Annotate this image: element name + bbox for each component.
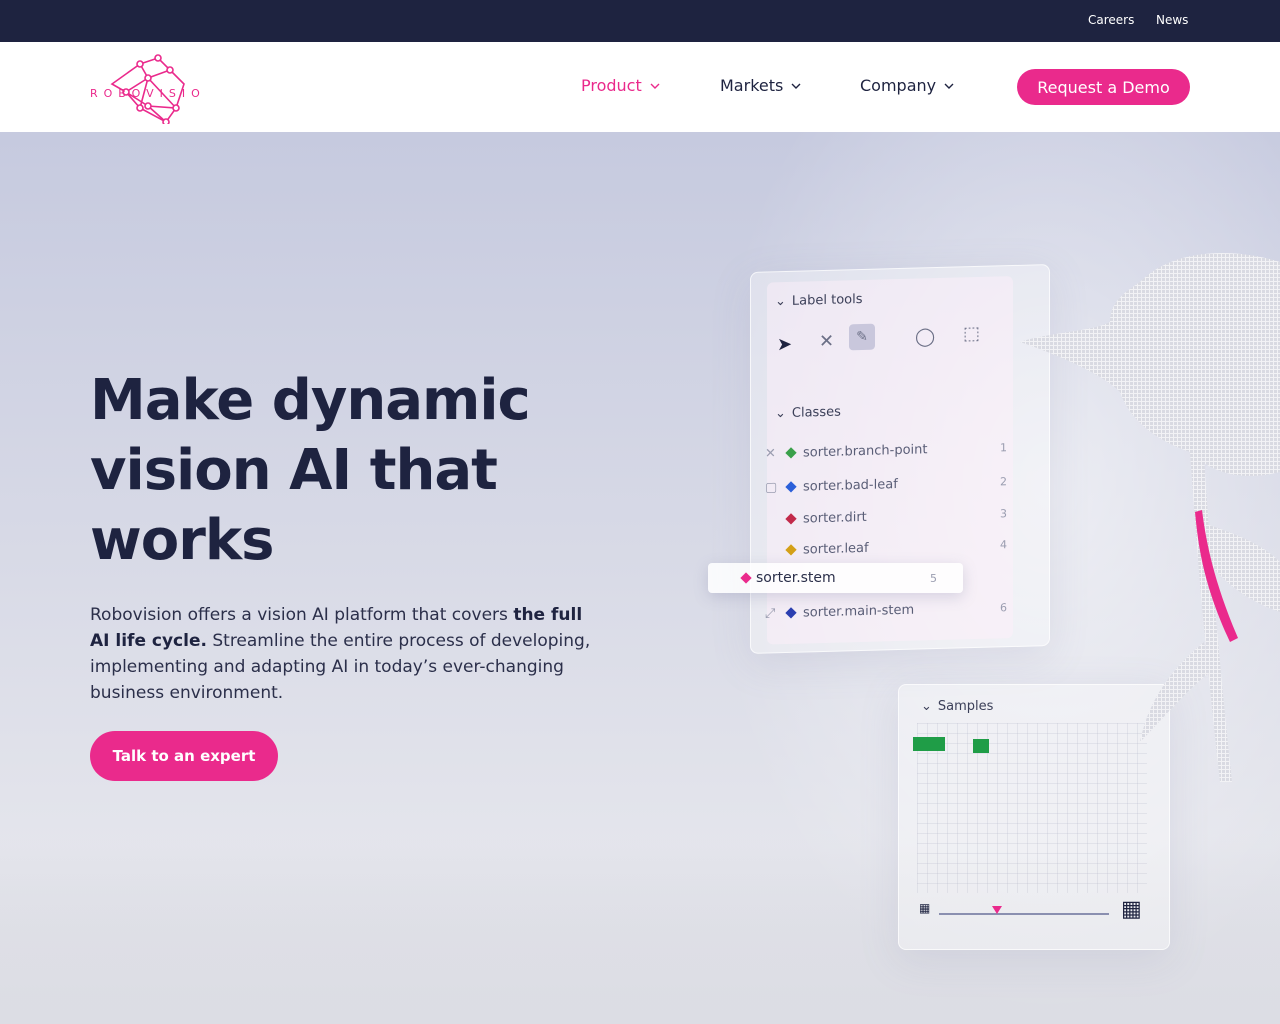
close-icon: ✕ (819, 330, 835, 353)
chevron-down-icon (944, 83, 954, 89)
class-row: ⤢ sorter.main-stem 6 (765, 596, 1007, 624)
robovision-logo-icon: ROBOVISION (90, 54, 214, 126)
class-row: ▢ sorter.bad-leaf 2 (765, 470, 1007, 498)
class-color-marker (785, 513, 797, 525)
small-grid-icon: ▦ (919, 901, 931, 915)
careers-link[interactable]: Careers (1088, 13, 1134, 27)
hero-lead: Robovision offers a vision AI platform t… (90, 602, 600, 706)
chevron-down-icon (791, 83, 801, 89)
class-color-marker (785, 447, 797, 459)
chevron-down-icon: ⌄ (775, 405, 786, 422)
class-color-marker (785, 481, 797, 493)
main-navigation: ROBOVISION Product Markets Company Reque… (0, 42, 1280, 132)
label-tools-heading: ⌄ Label tools (775, 292, 863, 309)
class-color-marker (785, 607, 797, 619)
selected-class-name: sorter.stem (756, 570, 836, 586)
nav-company[interactable]: Company (860, 76, 954, 95)
sample-thumbnail (973, 739, 989, 753)
nav-product-label: Product (581, 76, 642, 95)
nav-markets[interactable]: Markets (720, 76, 801, 95)
class-name: sorter.branch-point (803, 441, 928, 461)
square-icon: ▢ (765, 479, 778, 496)
class-row: sorter.dirt 3 (785, 502, 1007, 530)
class-name: sorter.leaf (803, 540, 869, 558)
news-link[interactable]: News (1156, 13, 1188, 27)
selected-class-row: sorter.stem 5 (708, 563, 963, 593)
classes-heading: ⌄ Classes (775, 405, 841, 422)
close-icon: ✕ (765, 445, 776, 462)
class-name: sorter.bad-leaf (803, 476, 898, 495)
samples-heading: ⌄ Samples (921, 699, 993, 714)
sample-thumbnail (913, 737, 945, 751)
class-name: sorter.dirt (803, 509, 867, 527)
chevron-down-icon: ⌄ (775, 293, 786, 310)
label-tools-title: Label tools (791, 291, 863, 309)
hero-section: Make dynamic vision AI that works Robovi… (0, 132, 1280, 1024)
class-name: sorter.main-stem (803, 602, 915, 621)
selected-class-number: 5 (930, 571, 937, 585)
class-row: ✕ sorter.branch-point 1 (765, 436, 1007, 464)
request-demo-button[interactable]: Request a Demo (1017, 69, 1190, 105)
lead-text-start: Robovision offers a vision AI platform t… (90, 605, 514, 625)
voxel-rose-illustration (1020, 253, 1280, 782)
chevron-down-icon: ⌄ (921, 699, 932, 714)
nav-company-label: Company (860, 76, 937, 95)
classes-title: Classes (791, 404, 841, 421)
nav-markets-label: Markets (720, 76, 784, 95)
link-icon: ⤢ (765, 605, 776, 622)
chevron-down-icon (650, 83, 660, 89)
polygon-icon: ⬚ (963, 322, 981, 345)
lasso-icon: ◯ (915, 326, 936, 348)
svg-text:ROBOVISION: ROBOVISION (90, 87, 202, 100)
talk-to-expert-button[interactable]: Talk to an expert (90, 731, 278, 781)
robovision-logo[interactable]: ROBOVISION (88, 50, 214, 126)
samples-title: Samples (937, 699, 994, 714)
zoom-slider-track (939, 913, 1109, 915)
utility-bar: Careers News (0, 0, 1280, 42)
large-grid-icon: ▦ (1121, 897, 1142, 922)
class-color-marker (785, 544, 797, 556)
class-row: sorter.leaf 4 (785, 533, 1007, 561)
class-color-marker (740, 572, 752, 584)
brush-icon: ✎ (849, 323, 875, 351)
zoom-slider-thumb (992, 906, 1002, 914)
hero-headline: Make dynamic vision AI that works (90, 368, 531, 573)
nav-product[interactable]: Product (581, 76, 660, 95)
cursor-icon: ➤ (777, 333, 793, 356)
